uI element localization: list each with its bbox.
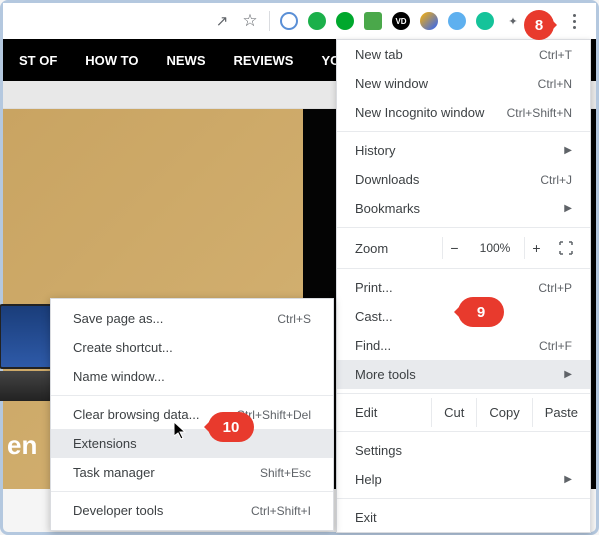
callout-10: 10 <box>208 412 254 442</box>
extension-icon-4[interactable] <box>364 12 382 30</box>
menu-label: Help <box>355 472 382 487</box>
menu-bookmarks[interactable]: Bookmarks ▶ <box>337 194 590 223</box>
menu-label: New window <box>355 76 428 91</box>
menu-shortcut: Shift+Esc <box>260 466 311 480</box>
menu-label: New Incognito window <box>355 105 484 120</box>
edit-cut-button[interactable]: Cut <box>431 398 476 427</box>
menu-label: Clear browsing data... <box>73 407 199 422</box>
submenu-task-manager[interactable]: Task manager Shift+Esc <box>51 458 333 487</box>
menu-label: Developer tools <box>73 503 163 518</box>
chrome-main-menu: New tab Ctrl+T New window Ctrl+N New Inc… <box>336 39 591 533</box>
menu-separator <box>51 491 333 492</box>
menu-label: Bookmarks <box>355 201 420 216</box>
menu-separator <box>337 431 590 432</box>
menu-edit-row: Edit Cut Copy Paste <box>337 398 590 427</box>
share-icon[interactable]: ↗ <box>213 12 231 30</box>
browser-toolbar: ↗ ☆ VD ✦ <box>3 3 596 39</box>
menu-separator <box>51 395 333 396</box>
menu-exit[interactable]: Exit <box>337 503 590 532</box>
menu-shortcut: Ctrl+F <box>539 339 572 353</box>
zoom-in-button[interactable]: + <box>524 237 548 259</box>
nav-item[interactable]: ST OF <box>19 53 57 68</box>
menu-shortcut: Ctrl+Shift+N <box>507 106 572 120</box>
chevron-right-icon: ▶ <box>564 145 572 156</box>
extension-icon-evernote[interactable] <box>336 12 354 30</box>
chevron-right-icon: ▶ <box>564 203 572 214</box>
menu-print[interactable]: Print... Ctrl+P <box>337 273 590 302</box>
menu-shortcut: Ctrl+N <box>538 77 572 91</box>
menu-shortcut: Ctrl+T <box>539 48 572 62</box>
menu-label: Save page as... <box>73 311 163 326</box>
menu-shortcut: Ctrl+S <box>277 312 311 326</box>
extension-icon-1[interactable] <box>280 12 298 30</box>
extension-icon-2[interactable] <box>308 12 326 30</box>
submenu-clear-browsing-data[interactable]: Clear browsing data... Ctrl+Shift+Del <box>51 400 333 429</box>
menu-separator <box>337 131 590 132</box>
menu-label: Downloads <box>355 172 419 187</box>
chevron-right-icon: ▶ <box>564 369 572 380</box>
menu-shortcut: Ctrl+P <box>538 281 572 295</box>
extensions-puzzle-icon[interactable]: ✦ <box>504 12 522 30</box>
menu-shortcut: Ctrl+J <box>540 173 572 187</box>
zoom-out-button[interactable]: − <box>442 237 466 259</box>
submenu-extensions[interactable]: Extensions <box>51 429 333 458</box>
chrome-menu-button[interactable] <box>560 7 588 35</box>
submenu-name-window[interactable]: Name window... <box>51 362 333 391</box>
menu-label: New tab <box>355 47 403 62</box>
menu-label: Exit <box>355 510 377 525</box>
submenu-create-shortcut[interactable]: Create shortcut... <box>51 333 333 362</box>
menu-label: History <box>355 143 395 158</box>
submenu-developer-tools[interactable]: Developer tools Ctrl+Shift+I <box>51 496 333 525</box>
menu-find[interactable]: Find... Ctrl+F <box>337 331 590 360</box>
more-tools-submenu: Save page as... Ctrl+S Create shortcut..… <box>50 298 334 531</box>
extension-icon-7[interactable] <box>448 12 466 30</box>
menu-label: Task manager <box>73 465 155 480</box>
menu-settings[interactable]: Settings <box>337 436 590 465</box>
callout-9: 9 <box>458 297 504 327</box>
nav-item[interactable]: HOW TO <box>85 53 138 68</box>
menu-label: Edit <box>337 398 431 427</box>
menu-label: Name window... <box>73 369 165 384</box>
zoom-value: 100% <box>472 241 518 255</box>
nav-item[interactable]: REVIEWS <box>233 53 293 68</box>
extension-icon-6[interactable] <box>420 12 438 30</box>
menu-label: Create shortcut... <box>73 340 173 355</box>
menu-more-tools[interactable]: More tools ▶ <box>337 360 590 389</box>
menu-separator <box>337 498 590 499</box>
menu-shortcut: Ctrl+Shift+I <box>251 504 311 518</box>
menu-history[interactable]: History ▶ <box>337 136 590 165</box>
star-icon[interactable]: ☆ <box>241 12 259 30</box>
menu-separator <box>337 268 590 269</box>
menu-label: Zoom <box>355 241 436 256</box>
nav-item[interactable]: NEWS <box>166 53 205 68</box>
menu-new-tab[interactable]: New tab Ctrl+T <box>337 40 590 69</box>
extension-icon-vd[interactable]: VD <box>392 12 410 30</box>
menu-separator <box>337 227 590 228</box>
menu-downloads[interactable]: Downloads Ctrl+J <box>337 165 590 194</box>
menu-label: Find... <box>355 338 391 353</box>
extension-icon-grammarly[interactable] <box>476 12 494 30</box>
menu-new-incognito[interactable]: New Incognito window Ctrl+Shift+N <box>337 98 590 127</box>
chevron-right-icon: ▶ <box>564 474 572 485</box>
edit-paste-button[interactable]: Paste <box>532 398 590 427</box>
menu-help[interactable]: Help ▶ <box>337 465 590 494</box>
edit-copy-button[interactable]: Copy <box>476 398 531 427</box>
menu-label: Settings <box>355 443 402 458</box>
submenu-save-page[interactable]: Save page as... Ctrl+S <box>51 304 333 333</box>
fullscreen-icon[interactable] <box>554 241 578 255</box>
article-title-fragment: en <box>7 430 37 461</box>
menu-new-window[interactable]: New window Ctrl+N <box>337 69 590 98</box>
menu-label: More tools <box>355 367 416 382</box>
menu-label: Cast... <box>355 309 393 324</box>
mouse-cursor-icon <box>174 422 190 440</box>
menu-label: Extensions <box>73 436 137 451</box>
menu-separator <box>337 393 590 394</box>
menu-zoom: Zoom − 100% + <box>337 232 590 264</box>
menu-label: Print... <box>355 280 393 295</box>
callout-8: 8 <box>524 10 554 40</box>
